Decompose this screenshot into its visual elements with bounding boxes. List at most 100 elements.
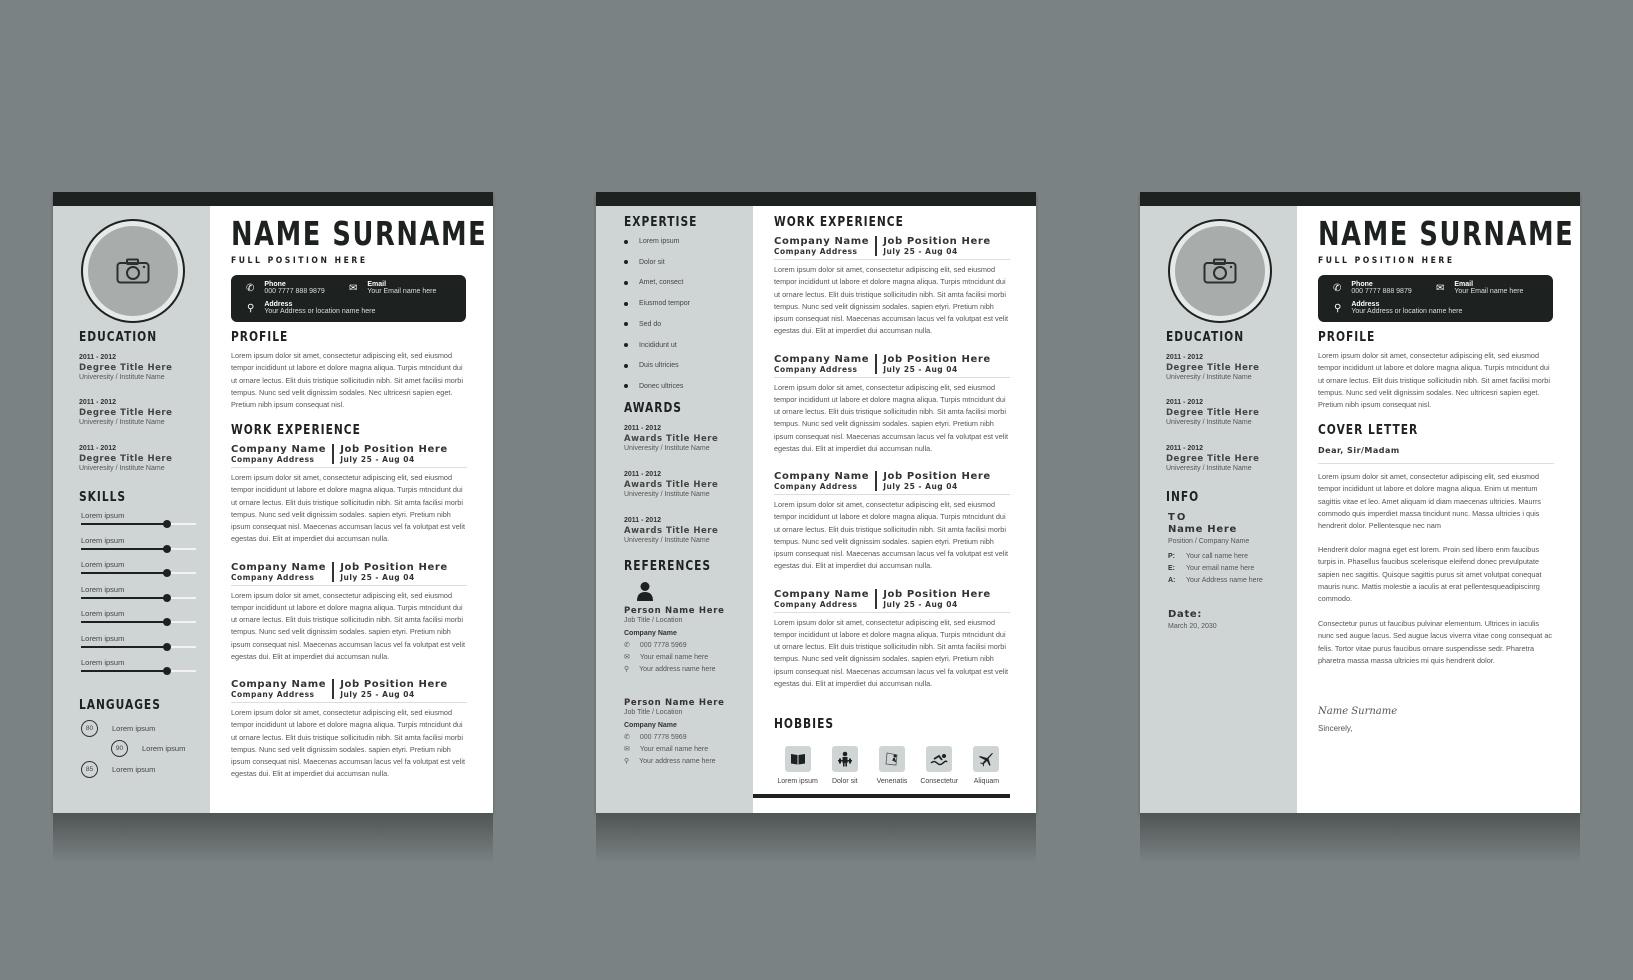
company-address: Company Address (774, 482, 858, 491)
bullet-icon (624, 343, 628, 347)
company-name: Company Name (774, 353, 870, 365)
skill-knob[interactable] (163, 520, 172, 528)
recipient-info: TO Name Here Position / Company Name P: Y… (1168, 512, 1263, 633)
contact-box: ✆ Phone 000 7777 888 9879 ✉ Email Your Ema… (1318, 275, 1553, 322)
reference-address: Your address name here (639, 758, 716, 765)
hobby-item: Venenatis (868, 746, 915, 785)
info-heading: INFO (1166, 490, 1200, 505)
skill-item: Lorem ipsum (81, 634, 196, 651)
degree-title: Degree Title Here (79, 408, 173, 418)
degree-title: Degree Title Here (79, 363, 173, 373)
skill-slider[interactable] (81, 520, 196, 528)
photo-frame[interactable] (1168, 219, 1272, 323)
phone-label: Phone (1351, 281, 1373, 288)
separator (231, 702, 467, 703)
skill-knob[interactable] (163, 569, 172, 577)
resume-main: NAME SURNAME FULL POSITION HERE ✆ Phone 0… (210, 206, 493, 813)
full-name: NAME SURNAME (231, 214, 488, 253)
separator (774, 611, 1010, 613)
letter-paragraph: Hendrerit dolor magna eget est lorem. Pr… (1318, 545, 1542, 604)
company-name: Company Name (231, 561, 327, 573)
full-name: NAME SURNAME (1318, 214, 1575, 253)
book-icon (790, 754, 805, 765)
bullet-icon (624, 322, 628, 327)
award-years: 2011 - 2012 (624, 471, 661, 478)
footer-bar (753, 794, 1010, 798)
reference-email: Your email name here (639, 746, 709, 753)
skill-knob[interactable] (163, 642, 172, 651)
envelope-icon: ✉ (624, 654, 630, 661)
swimming-icon (930, 754, 948, 766)
contact-address: ⚲ Address Your Address or location name h… (247, 301, 375, 315)
job-entry: Company Name Company Address Job Position … (231, 444, 467, 546)
divider (875, 236, 878, 256)
skill-slider[interactable] (81, 667, 196, 675)
camera-icon (116, 258, 150, 284)
award-school: Univeresity / Institute Name (624, 445, 710, 452)
bullet-icon (624, 260, 628, 265)
language-score: 80 (81, 720, 98, 737)
job-description: Lorem ipsum dolor sit amet, consectetur … (774, 500, 1009, 571)
job-title: Job Position Here (340, 561, 448, 573)
degree-title: Degree Title Here (1166, 454, 1260, 464)
greeting: Dear, Sir/Madam (1318, 446, 1400, 455)
award-school: Univeresity / Institute Name (624, 537, 710, 544)
award-years: 2011 - 2012 (624, 517, 661, 524)
contact-box: ✆ Phone 000 7777 888 9879 ✉ Email Your Ema… (231, 275, 466, 322)
job-title: Job Position Here (883, 236, 991, 247)
skill-label: Lorem ipsum (81, 511, 125, 520)
skill-knob[interactable] (163, 618, 172, 626)
job-description: Lorem ipsum dolor sit amet, consectetur … (231, 590, 466, 661)
divider (875, 588, 878, 609)
skill-slider[interactable] (81, 569, 196, 577)
photo-frame[interactable] (81, 219, 185, 323)
phone-value: 000 7777 888 9879 (1351, 288, 1412, 295)
education-item: 2011 - 2012 Degree Title Here Univeresit… (79, 353, 172, 383)
hobby-label: Consectetur (920, 778, 959, 785)
address-value: Your Address or location name here (264, 308, 376, 315)
weightlifting-icon (837, 751, 852, 767)
phone-icon: ✆ (246, 282, 255, 294)
skill-knob[interactable] (163, 593, 172, 602)
phone-value: 000 7777 888 9879 (264, 288, 325, 295)
skill-item: Lorem ipsum (81, 511, 196, 528)
expertise-label: Duis ultricies (639, 362, 679, 370)
hobby-label: Venenatis (876, 778, 908, 785)
expertise-label: Incididunt ut (639, 341, 677, 349)
skill-slider[interactable] (81, 642, 196, 651)
skill-knob[interactable] (163, 667, 172, 675)
info-value: Your call name here (1186, 553, 1249, 560)
email-value: Your Email name here (1454, 288, 1524, 295)
skill-slider[interactable] (81, 593, 196, 602)
phone-icon: ✆ (1333, 282, 1342, 294)
camera-icon (1203, 258, 1237, 284)
education-heading: EDUCATION (79, 330, 158, 345)
job-description: Lorem ipsum dolor sit amet, consectetur … (231, 708, 466, 779)
job-dates: July 25 - Aug 04 (340, 455, 415, 464)
expertise-label: Donec ultrices (639, 382, 684, 390)
education-years: 2011 - 2012 (1166, 399, 1203, 406)
expertise-label: Lorem ipsum (639, 238, 680, 245)
school-name: Univeresity / Institute Name (1166, 465, 1252, 472)
profile-text: Lorem ipsum dolor sit amet, consectetur … (1318, 351, 1550, 410)
reference-email: Your email name here (639, 654, 709, 661)
profile-text: Lorem ipsum dolor sit amet, consectetur … (231, 351, 463, 410)
reference-company: Company Name (624, 722, 677, 729)
skill-fill (81, 645, 168, 648)
school-name: Univeresity / Institute Name (79, 419, 165, 426)
company-address: Company Address (231, 690, 315, 699)
skill-knob[interactable] (163, 544, 172, 553)
job-dates: July 25 - Aug 04 (883, 599, 958, 609)
phone-icon: ✆ (624, 734, 630, 741)
skill-slider[interactable] (81, 618, 196, 626)
skill-fill (81, 547, 168, 550)
school-name: Univeresity / Institute Name (79, 374, 165, 381)
language-score: 90 (111, 740, 128, 757)
contact-phone: ✆ Phone 000 7777 888 9879 (246, 281, 325, 295)
hobby-item: Aliquam (963, 746, 1010, 785)
language-label: Lorem ipsum (112, 724, 156, 733)
skill-slider[interactable] (81, 544, 196, 553)
profile-heading: PROFILE (231, 330, 289, 345)
job-header: Company Name Company Address Job Position … (774, 353, 1010, 374)
envelope-icon: ✉ (1436, 282, 1445, 294)
